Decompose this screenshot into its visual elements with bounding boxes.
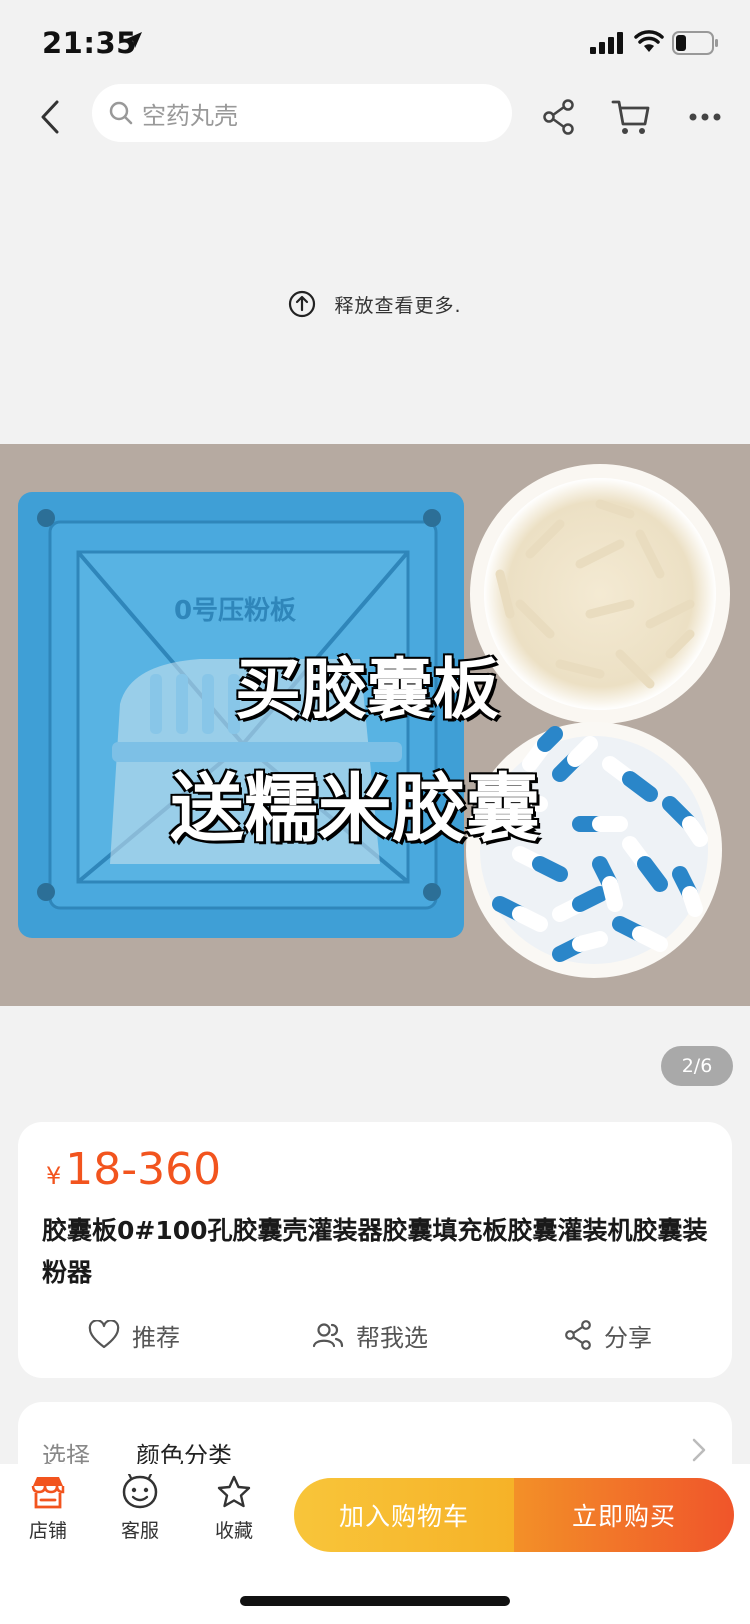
share-icon — [543, 99, 574, 135]
recommend-button[interactable]: 推荐 — [88, 1310, 180, 1360]
cellular-signal-icon — [590, 32, 623, 54]
search-icon — [109, 101, 133, 125]
service-tab[interactable]: 客服 — [100, 1474, 180, 1543]
status-bar: 21:35 — [0, 0, 750, 80]
product-info-card: ¥ 18-360 胶囊板0#100孔胶囊壳灌装器胶囊填充板胶囊灌装机胶囊装粉器 … — [18, 1122, 732, 1378]
pull-to-see-more: 释放查看更多. — [0, 290, 750, 318]
share-action-button[interactable]: 分享 — [564, 1310, 652, 1360]
favorite-tab[interactable]: 收藏 — [194, 1474, 274, 1543]
price: ¥ 18-360 — [46, 1144, 221, 1195]
product-detail-page: 21:35 空药丸壳 释放查看更多. 0号压粉板 买胶囊板 送糯米胶囊 2/6 … — [0, 0, 750, 1624]
share-icon — [565, 1320, 591, 1350]
store-tab-label: 店铺 — [28, 1520, 67, 1542]
promo-overlay-line2: 送糯米胶囊 — [170, 766, 540, 852]
promo-overlay-line1: 买胶囊板 — [235, 651, 499, 728]
heart-icon — [88, 1320, 120, 1349]
search-input[interactable]: 空药丸壳 — [92, 84, 512, 142]
store-icon — [31, 1477, 65, 1509]
arrow-up-circle-icon — [289, 290, 316, 318]
pull-hint-label: 释放查看更多. — [334, 294, 462, 317]
cart-icon — [611, 100, 650, 134]
help-choose-button[interactable]: 帮我选 — [312, 1310, 428, 1360]
location-arrow-icon — [126, 32, 142, 48]
chevron-left-icon — [41, 100, 59, 134]
share-label: 分享 — [604, 1323, 652, 1352]
service-tab-label: 客服 — [120, 1520, 159, 1542]
nav-bar: 空药丸壳 — [0, 80, 750, 154]
cart-button[interactable] — [606, 92, 656, 142]
people-icon — [312, 1323, 344, 1348]
add-to-cart-button[interactable]: 加入购物车 — [294, 1478, 514, 1552]
product-image[interactable]: 0号压粉板 买胶囊板 送糯米胶囊 — [0, 444, 750, 1006]
battery-icon — [672, 31, 718, 55]
wifi-icon — [634, 30, 664, 52]
price-value: 18-360 — [65, 1144, 222, 1195]
service-icon — [122, 1474, 158, 1509]
chevron-right-icon — [692, 1438, 706, 1462]
action-row: 推荐 帮我选 分享 — [18, 1310, 732, 1360]
image-page-counter: 2/6 — [661, 1046, 733, 1086]
share-button[interactable] — [534, 92, 584, 142]
plate-engraving: 0号压粉板 — [174, 596, 296, 626]
recommend-label: 推荐 — [132, 1323, 180, 1352]
help-choose-label: 帮我选 — [356, 1323, 428, 1352]
back-button[interactable] — [28, 92, 72, 142]
home-indicator — [240, 1596, 510, 1606]
product-title: 胶囊板0#100孔胶囊壳灌装器胶囊填充板胶囊灌装机胶囊装粉器 — [42, 1216, 708, 1287]
store-tab[interactable]: 店铺 — [8, 1474, 88, 1543]
star-icon — [217, 1475, 251, 1508]
more-dots-icon — [689, 113, 721, 121]
favorite-tab-label: 收藏 — [214, 1520, 253, 1542]
currency-symbol: ¥ — [46, 1162, 62, 1190]
more-button[interactable] — [680, 92, 730, 142]
status-time: 21:35 — [42, 26, 137, 60]
buy-now-button[interactable]: 立即购买 — [514, 1478, 734, 1552]
search-placeholder: 空药丸壳 — [142, 101, 238, 130]
